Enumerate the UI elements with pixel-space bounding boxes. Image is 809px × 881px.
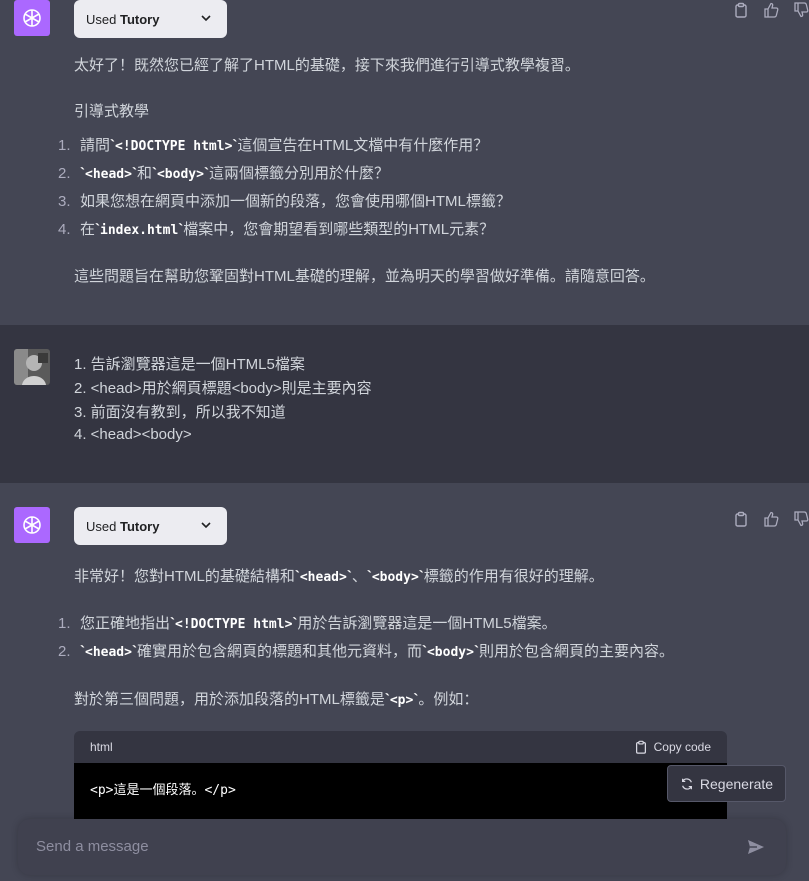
plugin-name: Tutory [119, 518, 160, 534]
clipboard-icon[interactable] [733, 2, 749, 18]
message-composer [18, 819, 786, 875]
user-line: 2. <head>用於網頁標題<body>則是主要內容 [74, 380, 372, 397]
thumbs-up-icon[interactable] [763, 511, 779, 527]
regenerate-button[interactable]: Regenerate [667, 765, 786, 802]
message-paragraph: 對於第三個問題，用於添加段落的HTML標籤是`<p>`。例如： [74, 691, 479, 708]
list-item: 2. `<head>`確實用於包含網頁的標題和其他元資料，而`<body>`則用於… [58, 643, 674, 660]
message-heading: 引導式教學 [74, 103, 150, 120]
thumbs-down-icon[interactable] [793, 511, 809, 527]
message-actions [733, 2, 809, 18]
thumbs-down-icon[interactable] [793, 2, 809, 18]
message-input[interactable] [34, 837, 718, 856]
list-item: 1. 請問`<!DOCTYPE html>`這個宣告在HTML文檔中有什麼作用？ [58, 137, 489, 154]
list-item: 4. 在`index.html`檔案中，您會期望看到哪些類型的HTML元素？ [58, 221, 495, 238]
message-intro: 非常好！您對HTML的基礎結構和`<head>`、`<body>`標籤的作用有很… [74, 568, 604, 585]
clipboard-icon [635, 740, 646, 754]
message-actions [733, 511, 809, 527]
avatar [14, 349, 50, 385]
assistant-message-1: Used Tutory 太好了！既然您已經了解了HTML的基礎，接下來我們進行引… [0, 0, 809, 325]
openai-logo-icon [23, 9, 41, 27]
message-outro: 這些問題旨在幫助您鞏固對HTML基礎的理解，並為明天的學習做好準備。請隨意回答。 [74, 268, 655, 285]
plugin-name: Tutory [119, 11, 160, 27]
code-block-header: html Copy code [74, 731, 727, 763]
list-item: 3. 如果您想在網頁中添加一個新的段落，您會使用哪個HTML標籤？ [58, 193, 511, 210]
send-icon [748, 840, 764, 854]
openai-logo-icon [23, 516, 41, 534]
chevron-down-icon [201, 522, 211, 529]
chatgpt-avatar [14, 0, 50, 36]
message-intro: 太好了！既然您已經了解了HTML的基礎，接下來我們進行引導式教學複習。 [74, 57, 580, 74]
user-line: 3. 前面沒有教到，所以我不知道 [74, 404, 286, 421]
plugin-used-pill[interactable]: Used Tutory [74, 507, 227, 545]
thumbs-up-icon[interactable] [763, 2, 779, 18]
list-item: 1. 您正確地指出`<!DOCTYPE html>`用於告訴瀏覽器這是一個HTML… [58, 615, 557, 632]
user-line: 4. <head><body> [74, 426, 192, 443]
regenerate-label: Regenerate [699, 775, 774, 792]
list-item: 2. `<head>`和`<body>`這兩個標籤分別用於什麼？ [58, 165, 389, 182]
user-photo-icon [14, 349, 50, 385]
clipboard-icon[interactable] [733, 511, 749, 527]
plugin-prefix: Used [86, 518, 120, 534]
user-message: 1. 告訴瀏覽器這是一個HTML5檔案 2. <head>用於網頁標題<body… [0, 325, 809, 483]
plugin-used-pill[interactable]: Used Tutory [74, 0, 227, 38]
copy-code-button[interactable]: Copy code [634, 740, 711, 754]
user-line: 1. 告訴瀏覽器這是一個HTML5檔案 [74, 356, 305, 373]
chevron-down-icon [201, 15, 211, 22]
code-language: html [90, 740, 113, 754]
chatgpt-avatar [14, 507, 50, 543]
plugin-prefix: Used [86, 11, 120, 27]
copy-code-label: Copy code [653, 740, 711, 754]
refresh-icon [681, 777, 692, 790]
send-button[interactable] [746, 837, 766, 857]
